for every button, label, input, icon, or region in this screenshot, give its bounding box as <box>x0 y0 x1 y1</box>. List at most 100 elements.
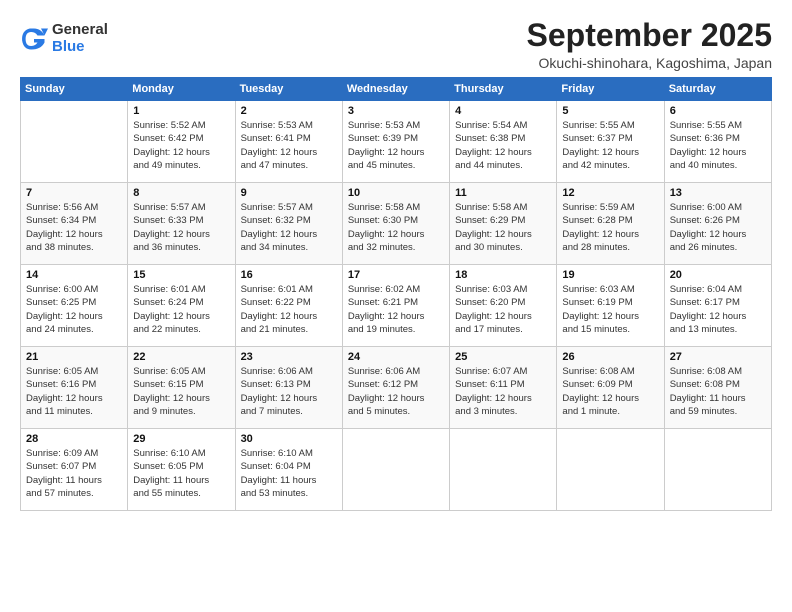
logo-text: General Blue <box>52 22 108 55</box>
cell-info: Sunrise: 6:05 AM Sunset: 6:16 PM Dayligh… <box>26 365 122 418</box>
cell-info: Sunrise: 6:06 AM Sunset: 6:13 PM Dayligh… <box>241 365 337 418</box>
day-number: 28 <box>26 433 122 445</box>
cell-w5-d6 <box>557 429 664 511</box>
cell-info: Sunrise: 6:01 AM Sunset: 6:24 PM Dayligh… <box>133 283 229 336</box>
col-tuesday: Tuesday <box>235 78 342 101</box>
cell-info: Sunrise: 6:08 AM Sunset: 6:09 PM Dayligh… <box>562 365 658 418</box>
cell-w1-d1 <box>21 101 128 183</box>
cell-w4-d6: 26 Sunrise: 6:08 AM Sunset: 6:09 PM Dayli… <box>557 347 664 429</box>
cell-info: Sunrise: 5:56 AM Sunset: 6:34 PM Dayligh… <box>26 201 122 254</box>
cell-info: Sunrise: 6:03 AM Sunset: 6:20 PM Dayligh… <box>455 283 551 336</box>
col-wednesday: Wednesday <box>342 78 449 101</box>
cell-info: Sunrise: 6:03 AM Sunset: 6:19 PM Dayligh… <box>562 283 658 336</box>
cell-w2-d7: 13Sunrise: 6:00 AM Sunset: 6:26 PM Dayli… <box>664 183 771 265</box>
cell-info: Sunrise: 6:05 AM Sunset: 6:15 PM Dayligh… <box>133 365 229 418</box>
cell-w3-d3: 16 Sunrise: 6:01 AM Sunset: 6:22 PM Dayli… <box>235 265 342 347</box>
cell-w2-d3: 9 Sunrise: 5:57 AM Sunset: 6:32 PM Daylig… <box>235 183 342 265</box>
day-number: 16 <box>241 269 337 281</box>
cell-w1-d3: 2Sunrise: 5:53 AM Sunset: 6:41 PM Daylig… <box>235 101 342 183</box>
day-number: 4 <box>455 105 551 117</box>
cell-w3-d7: 20Sunrise: 6:04 AM Sunset: 6:17 PM Dayli… <box>664 265 771 347</box>
day-number: 9 <box>241 187 337 199</box>
col-saturday: Saturday <box>664 78 771 101</box>
cell-w5-d5 <box>450 429 557 511</box>
cell-info: Sunrise: 5:55 AM Sunset: 6:37 PM Dayligh… <box>562 119 658 172</box>
title-block: September 2025 Okuchi-shinohara, Kagoshi… <box>527 18 772 71</box>
day-number: 6 <box>670 105 766 117</box>
cell-w3-d5: 18 Sunrise: 6:03 AM Sunset: 6:20 PM Dayli… <box>450 265 557 347</box>
day-number: 22 <box>133 351 229 363</box>
week-row-2: 7 Sunrise: 5:56 AM Sunset: 6:34 PM Daylig… <box>21 183 772 265</box>
cell-w1-d2: 1 Sunrise: 5:52 AM Sunset: 6:42 PM Daylig… <box>128 101 235 183</box>
cell-info: Sunrise: 6:06 AM Sunset: 6:12 PM Dayligh… <box>348 365 444 418</box>
week-row-5: 28 Sunrise: 6:09 AM Sunset: 6:07 PM Dayli… <box>21 429 772 511</box>
cell-info: Sunrise: 6:02 AM Sunset: 6:21 PM Dayligh… <box>348 283 444 336</box>
cell-info: Sunrise: 6:01 AM Sunset: 6:22 PM Dayligh… <box>241 283 337 336</box>
col-friday: Friday <box>557 78 664 101</box>
cell-info: Sunrise: 6:10 AM Sunset: 6:04 PM Dayligh… <box>241 447 337 500</box>
logo: General Blue <box>20 22 108 55</box>
cell-info: Sunrise: 5:58 AM Sunset: 6:30 PM Dayligh… <box>348 201 444 254</box>
day-number: 3 <box>348 105 444 117</box>
day-number: 11 <box>455 187 551 199</box>
cell-info: Sunrise: 6:07 AM Sunset: 6:11 PM Dayligh… <box>455 365 551 418</box>
cell-info: Sunrise: 6:00 AM Sunset: 6:26 PM Dayligh… <box>670 201 766 254</box>
day-number: 29 <box>133 433 229 445</box>
day-number: 23 <box>241 351 337 363</box>
col-sunday: Sunday <box>21 78 128 101</box>
logo-general: General <box>52 22 108 39</box>
cell-info: Sunrise: 5:53 AM Sunset: 6:41 PM Dayligh… <box>241 119 337 172</box>
cell-w5-d3: 30Sunrise: 6:10 AM Sunset: 6:04 PM Dayli… <box>235 429 342 511</box>
cell-info: Sunrise: 6:04 AM Sunset: 6:17 PM Dayligh… <box>670 283 766 336</box>
cell-w4-d5: 25 Sunrise: 6:07 AM Sunset: 6:11 PM Dayli… <box>450 347 557 429</box>
header-row: Sunday Monday Tuesday Wednesday Thursday… <box>21 78 772 101</box>
day-number: 19 <box>562 269 658 281</box>
cell-w4-d4: 24Sunrise: 6:06 AM Sunset: 6:12 PM Dayli… <box>342 347 449 429</box>
cell-w1-d5: 4 Sunrise: 5:54 AM Sunset: 6:38 PM Daylig… <box>450 101 557 183</box>
cell-info: Sunrise: 5:54 AM Sunset: 6:38 PM Dayligh… <box>455 119 551 172</box>
cell-w4-d2: 22 Sunrise: 6:05 AM Sunset: 6:15 PM Dayli… <box>128 347 235 429</box>
cell-w2-d5: 11 Sunrise: 5:58 AM Sunset: 6:29 PM Dayli… <box>450 183 557 265</box>
cell-w4-d3: 23 Sunrise: 6:06 AM Sunset: 6:13 PM Dayli… <box>235 347 342 429</box>
cell-w3-d6: 19 Sunrise: 6:03 AM Sunset: 6:19 PM Dayli… <box>557 265 664 347</box>
day-number: 7 <box>26 187 122 199</box>
cell-info: Sunrise: 6:09 AM Sunset: 6:07 PM Dayligh… <box>26 447 122 500</box>
day-number: 1 <box>133 105 229 117</box>
week-row-1: 1 Sunrise: 5:52 AM Sunset: 6:42 PM Daylig… <box>21 101 772 183</box>
cell-w5-d4 <box>342 429 449 511</box>
cell-info: Sunrise: 5:52 AM Sunset: 6:42 PM Dayligh… <box>133 119 229 172</box>
day-number: 15 <box>133 269 229 281</box>
cell-info: Sunrise: 5:58 AM Sunset: 6:29 PM Dayligh… <box>455 201 551 254</box>
cell-w5-d7 <box>664 429 771 511</box>
cell-w3-d1: 14 Sunrise: 6:00 AM Sunset: 6:25 PM Dayli… <box>21 265 128 347</box>
col-monday: Monday <box>128 78 235 101</box>
col-thursday: Thursday <box>450 78 557 101</box>
cell-info: Sunrise: 6:08 AM Sunset: 6:08 PM Dayligh… <box>670 365 766 418</box>
header: General Blue September 2025 Okuchi-shino… <box>20 18 772 71</box>
cell-w1-d4: 3Sunrise: 5:53 AM Sunset: 6:39 PM Daylig… <box>342 101 449 183</box>
day-number: 17 <box>348 269 444 281</box>
cell-w4-d1: 21 Sunrise: 6:05 AM Sunset: 6:16 PM Dayli… <box>21 347 128 429</box>
day-number: 5 <box>562 105 658 117</box>
week-row-4: 21 Sunrise: 6:05 AM Sunset: 6:16 PM Dayli… <box>21 347 772 429</box>
day-number: 18 <box>455 269 551 281</box>
cell-info: Sunrise: 6:00 AM Sunset: 6:25 PM Dayligh… <box>26 283 122 336</box>
day-number: 12 <box>562 187 658 199</box>
day-number: 26 <box>562 351 658 363</box>
cell-info: Sunrise: 6:10 AM Sunset: 6:05 PM Dayligh… <box>133 447 229 500</box>
day-number: 8 <box>133 187 229 199</box>
day-number: 21 <box>26 351 122 363</box>
cell-w5-d1: 28 Sunrise: 6:09 AM Sunset: 6:07 PM Dayli… <box>21 429 128 511</box>
cell-info: Sunrise: 5:59 AM Sunset: 6:28 PM Dayligh… <box>562 201 658 254</box>
cell-w2-d6: 12 Sunrise: 5:59 AM Sunset: 6:28 PM Dayli… <box>557 183 664 265</box>
cell-info: Sunrise: 5:55 AM Sunset: 6:36 PM Dayligh… <box>670 119 766 172</box>
cell-info: Sunrise: 5:57 AM Sunset: 6:32 PM Dayligh… <box>241 201 337 254</box>
cell-w2-d1: 7 Sunrise: 5:56 AM Sunset: 6:34 PM Daylig… <box>21 183 128 265</box>
day-number: 14 <box>26 269 122 281</box>
day-number: 25 <box>455 351 551 363</box>
calendar-subtitle: Okuchi-shinohara, Kagoshima, Japan <box>527 55 772 71</box>
cell-w2-d4: 10 Sunrise: 5:58 AM Sunset: 6:30 PM Dayli… <box>342 183 449 265</box>
cell-info: Sunrise: 5:57 AM Sunset: 6:33 PM Dayligh… <box>133 201 229 254</box>
cell-w1-d6: 5 Sunrise: 5:55 AM Sunset: 6:37 PM Daylig… <box>557 101 664 183</box>
day-number: 10 <box>348 187 444 199</box>
